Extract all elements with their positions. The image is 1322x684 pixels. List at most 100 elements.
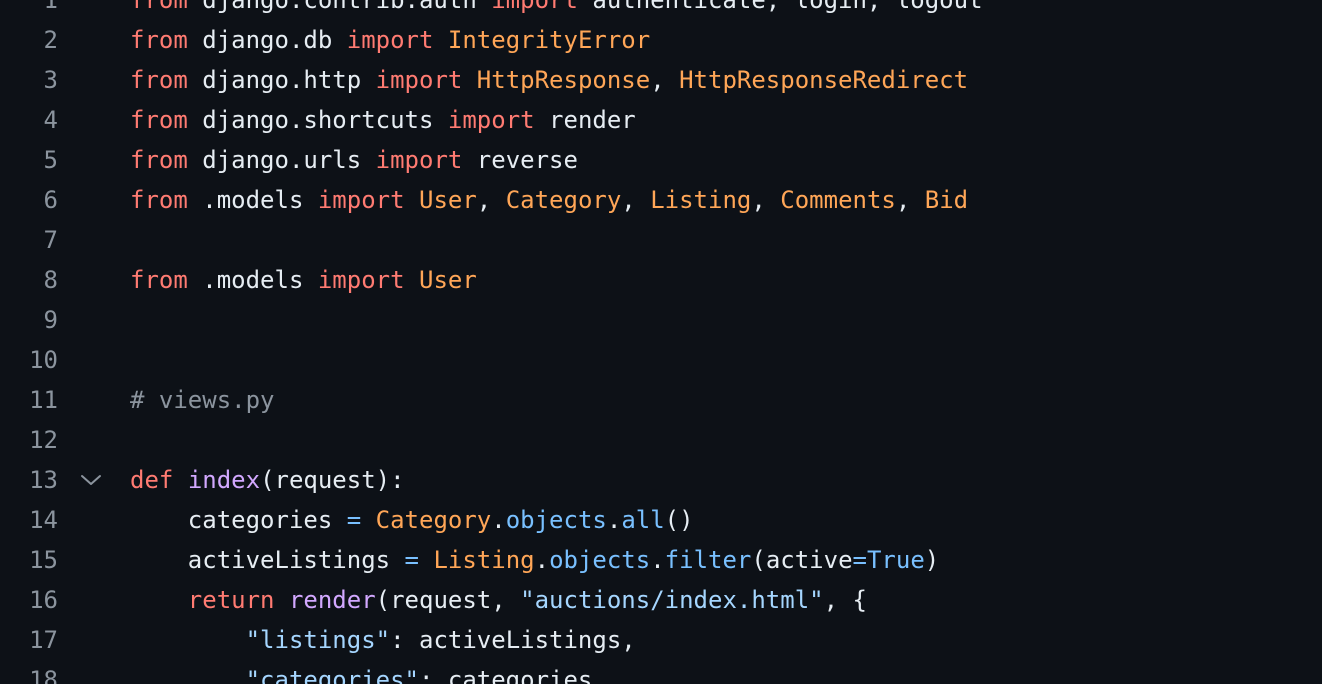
plain-token: (active [751, 546, 853, 574]
code-text: categories = Category.objects.all() [130, 500, 694, 540]
code-line[interactable]: 11 # views.py [0, 380, 1322, 420]
class-name-token: Listing [650, 186, 752, 214]
plain-token: , { [823, 586, 867, 614]
keyword-token: import [375, 146, 463, 174]
plain-token: , [621, 186, 651, 214]
code-editor[interactable]: 1 from django.contrib.auth import authent… [0, 0, 1322, 684]
line-number: 16 [29, 586, 58, 614]
line-number: 15 [29, 546, 58, 574]
code-line[interactable]: 12 [0, 420, 1322, 460]
line-number: 9 [43, 306, 58, 334]
keyword-token: import [317, 266, 405, 294]
function-name-token: index [187, 466, 261, 494]
code-line[interactable]: 6 from .models import User, Category, Lis… [0, 180, 1322, 220]
plain-token: . [491, 506, 506, 534]
code-line[interactable]: 3 from django.http import HttpResponse, H… [0, 60, 1322, 100]
code-line[interactable]: 16 return render(request, "auctions/inde… [0, 580, 1322, 620]
keyword-token: from [130, 266, 188, 294]
code-line[interactable]: 17 "listings": activeListings, [0, 620, 1322, 660]
class-name-token: User [419, 186, 477, 214]
attribute-token: True [866, 546, 925, 574]
code-line[interactable]: 8 from .models import User [0, 260, 1322, 300]
code-text: from django.urls import reverse [130, 140, 578, 180]
plain-token: () [664, 506, 694, 534]
code-line[interactable]: 14 categories = Category.objects.all() [0, 500, 1322, 540]
plain-token: authenticate, login, logout [577, 0, 983, 14]
code-line[interactable]: 9 [0, 300, 1322, 340]
plain-token: (request, [375, 586, 521, 614]
code-lines: 1 from django.contrib.auth import authent… [0, 0, 1322, 684]
code-line[interactable]: 2 from django.db import IntegrityError [0, 20, 1322, 60]
line-number: 18 [29, 666, 58, 684]
plain-token: , [751, 186, 781, 214]
plain-token: ) [924, 546, 940, 574]
keyword-token: import [447, 106, 535, 134]
plain-token: django.http [187, 66, 376, 94]
keyword-token: import [375, 66, 463, 94]
class-name-token: Category [375, 506, 492, 534]
plain-token: . [606, 506, 622, 534]
line-number: 8 [43, 266, 58, 294]
plain-token: , [476, 186, 506, 214]
line-number: 4 [43, 106, 58, 134]
attribute-token: objects [505, 506, 607, 534]
line-number: 3 [43, 66, 58, 94]
attribute-token: objects [549, 546, 651, 574]
keyword-token: def [130, 466, 174, 494]
code-line[interactable]: 4 from django.shortcuts import render [0, 100, 1322, 140]
keyword-token: from [130, 0, 188, 14]
line-number: 11 [29, 386, 58, 414]
comment-token: # views.py [130, 386, 275, 414]
plain-token: , [650, 66, 680, 94]
line-number: 12 [29, 426, 58, 454]
line-number: 7 [43, 226, 58, 254]
string-token: "auctions/index.html" [520, 586, 824, 614]
plain-token: : categories, [418, 666, 607, 684]
keyword-token: from [130, 66, 188, 94]
class-name-token: Listing [433, 546, 535, 574]
keyword-token: import [317, 186, 405, 214]
code-line[interactable]: 18 "categories": categories, [0, 660, 1322, 684]
line-number: 10 [29, 346, 58, 374]
line-number: 14 [29, 506, 58, 534]
function-name-token: render [288, 586, 376, 614]
keyword-token: import [491, 0, 578, 14]
code-line[interactable]: 15 activeListings = Listing.objects.filt… [0, 540, 1322, 580]
code-line[interactable]: 1 from django.contrib.auth import authent… [0, 0, 1322, 20]
plain-token: : activeListings, [390, 626, 636, 654]
code-text: activeListings = Listing.objects.filter(… [130, 540, 939, 580]
line-number: 6 [43, 186, 58, 214]
code-line[interactable]: 13 def index(request): [0, 460, 1322, 500]
code-line[interactable]: 10 [0, 340, 1322, 380]
attribute-token: filter [664, 546, 752, 574]
chevron-down-icon-glyph [81, 475, 101, 485]
plain-token: activeListings [130, 546, 405, 574]
code-line[interactable]: 7 [0, 220, 1322, 260]
chevron-down-icon[interactable] [78, 460, 104, 500]
code-text: def index(request): [130, 460, 405, 500]
code-text: "categories": categories, [130, 660, 607, 684]
line-number: 2 [43, 26, 58, 54]
plain-token: .models [187, 186, 318, 214]
code-text: from django.contrib.auth import authenti… [130, 0, 983, 20]
plain-token: (request): [260, 466, 405, 494]
class-name-token: Category [505, 186, 622, 214]
attribute-token: = [852, 546, 867, 574]
string-token: "categories" [245, 666, 419, 684]
plain-token: reverse [462, 146, 578, 174]
keyword-token: from [130, 106, 188, 134]
plain-token: , [895, 186, 925, 214]
code-line[interactable]: 5 from django.urls import reverse [0, 140, 1322, 180]
class-name-token: User [419, 266, 477, 294]
class-name-token: Comments [780, 186, 896, 214]
code-text: from .models import User, Category, List… [130, 180, 968, 220]
keyword-token: return [187, 586, 275, 614]
class-name-token: HttpResponse [476, 66, 651, 94]
